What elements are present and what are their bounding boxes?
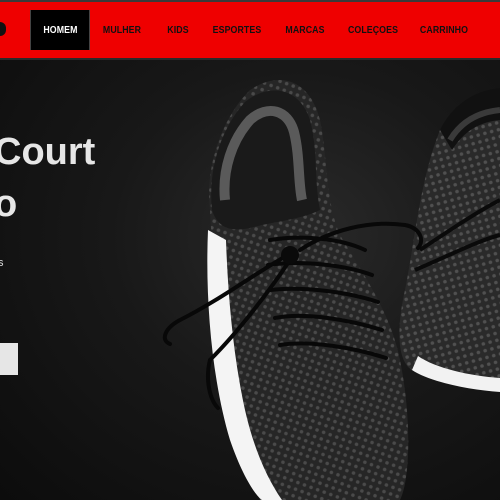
nav-item-label: HOMEM xyxy=(42,24,78,36)
nav-item-colecoes[interactable]: COLEÇOES xyxy=(346,10,401,50)
nav-item-homem[interactable]: HOMEM xyxy=(30,10,90,50)
nav-item-label: MULHER xyxy=(102,24,142,36)
nav-item-kids[interactable]: KIDS xyxy=(160,10,195,50)
top-navbar: HOMEM MULHER KIDS ESPORTES MARCAS COLEÇO… xyxy=(0,0,500,60)
hero-title: Court o xyxy=(0,131,96,225)
sneakers-image xyxy=(162,80,500,500)
logo-icon[interactable] xyxy=(0,22,6,36)
nav-item-mulher[interactable]: MULHER xyxy=(99,10,145,50)
hero-cta-button[interactable] xyxy=(0,343,18,375)
nav-item-label: ESPORTES xyxy=(212,24,262,36)
nav-item-label: CARRINHO xyxy=(419,24,469,36)
nav-item-label: KIDS xyxy=(167,24,189,36)
hero-subtitle: s xyxy=(0,257,4,269)
nav-item-marcas[interactable]: MARCAS xyxy=(281,10,329,50)
nav-item-label: MARCAS xyxy=(285,24,325,36)
hero-banner: Court o s xyxy=(0,60,500,500)
nav-item-esportes[interactable]: ESPORTES xyxy=(210,10,265,50)
nav-item-carrinho[interactable]: CARRINHO xyxy=(416,10,472,50)
nav-item-label: COLEÇOES xyxy=(347,24,399,36)
